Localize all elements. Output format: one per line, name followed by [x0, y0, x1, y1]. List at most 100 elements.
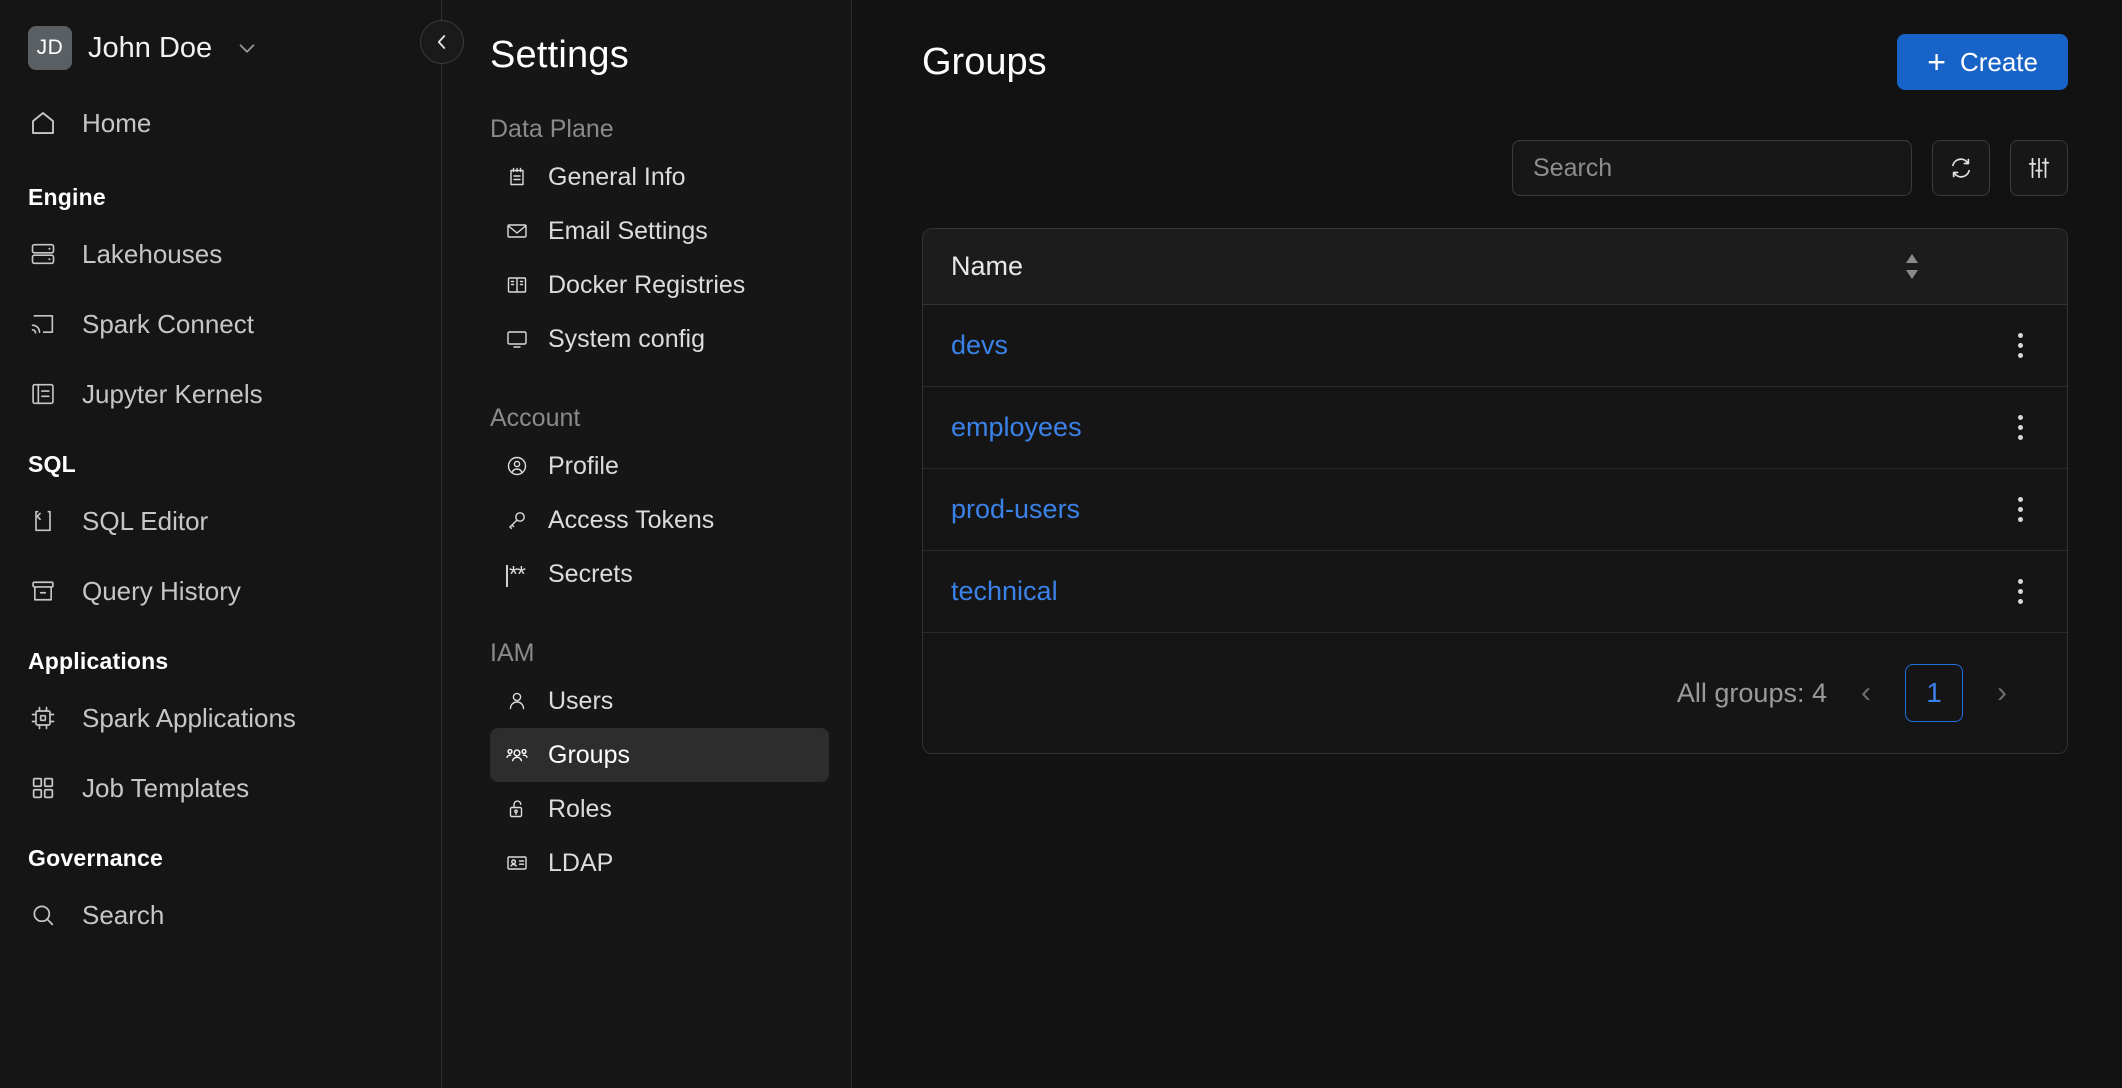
sidebar-item-label: Job Templates — [82, 772, 250, 803]
settings-item-label: Secrets — [548, 559, 633, 588]
settings-item-email-settings[interactable]: Email Settings — [490, 204, 829, 258]
settings-item-label: Docker Registries — [548, 270, 746, 299]
nav-group-engine: Engine — [28, 184, 106, 210]
sidebar-item-label: Query History — [82, 575, 241, 606]
user-circle-icon — [504, 453, 530, 479]
sidebar-item-job-templates[interactable]: Job Templates — [0, 753, 441, 823]
refresh-icon — [1948, 155, 1974, 181]
kebab-menu-icon[interactable] — [2012, 409, 2029, 446]
key-icon — [504, 507, 530, 533]
settings-item-label: Groups — [548, 740, 630, 769]
search-input[interactable] — [1513, 141, 1911, 195]
chevron-down-icon — [234, 35, 260, 61]
search-box[interactable] — [1512, 140, 1912, 196]
pagination-page-1[interactable]: 1 — [1905, 664, 1963, 722]
kebab-menu-icon[interactable] — [2012, 491, 2029, 528]
sidebar-item-label: SQL Editor — [82, 505, 209, 536]
sidebar-item-label: Spark Applications — [82, 702, 296, 733]
settings-item-roles[interactable]: Roles — [490, 782, 829, 836]
sidebar-item-lakehouses[interactable]: Lakehouses — [0, 219, 441, 289]
table-row: employees — [923, 387, 2067, 469]
kebab-menu-icon[interactable] — [2012, 327, 2029, 364]
sidebar-item-spark-connect[interactable]: Spark Connect — [0, 289, 441, 359]
password-icon: |** — [504, 560, 526, 587]
collapse-sidebar-button[interactable] — [420, 20, 464, 64]
settings-item-label: Access Tokens — [548, 505, 715, 534]
settings-item-access-tokens[interactable]: Access Tokens — [490, 493, 829, 547]
id-card-icon — [504, 850, 530, 876]
sidebar-item-label: Jupyter Kernels — [82, 378, 263, 409]
group-link[interactable]: employees — [951, 412, 1082, 443]
settings-item-label: Email Settings — [548, 216, 708, 245]
nav-group-governance: Governance — [28, 845, 163, 871]
group-link[interactable]: prod-users — [951, 494, 1080, 525]
settings-group-account: Account — [490, 404, 581, 432]
settings-group-data-plane: Data Plane — [490, 115, 614, 143]
groups-table: Name devs employees prod-users technical — [922, 228, 2068, 754]
settings-item-groups[interactable]: Groups — [490, 728, 829, 782]
settings-item-label: System config — [548, 324, 706, 353]
user-icon — [504, 688, 530, 714]
search-icon — [28, 900, 58, 930]
settings-item-users[interactable]: Users — [490, 674, 829, 728]
total-count-label: All groups: 4 — [1676, 677, 1827, 708]
group-link[interactable]: technical — [951, 576, 1058, 607]
filter-settings-button[interactable] — [2010, 140, 2068, 196]
settings-group-iam: IAM — [490, 639, 535, 667]
envelope-icon — [504, 218, 530, 244]
sidebar-item-query-history[interactable]: Query History — [0, 556, 441, 626]
archive-icon — [28, 576, 58, 606]
sidebar-item-search[interactable]: Search — [0, 880, 441, 950]
nav-scroll: Home Engine Lakehouses Spark Connect Jup… — [0, 78, 441, 950]
table-footer: All groups: 4 ‹ 1 › — [923, 633, 2067, 753]
sidebar-item-spark-applications[interactable]: Spark Applications — [0, 683, 441, 753]
sidebar-item-jupyter-kernels[interactable]: Jupyter Kernels — [0, 359, 441, 429]
grid-icon — [28, 773, 58, 803]
sort-icon[interactable] — [1903, 254, 1921, 279]
notepad-icon — [504, 164, 530, 190]
sidebar-item-home[interactable]: Home — [0, 88, 441, 158]
settings-item-label: Users — [548, 686, 614, 715]
pagination-prev-button[interactable]: ‹ — [1849, 668, 1883, 718]
settings-item-ldap[interactable]: LDAP — [490, 836, 829, 890]
column-header-name[interactable]: Name — [951, 251, 1023, 282]
table-row: technical — [923, 551, 2067, 633]
settings-item-general-info[interactable]: General Info — [490, 150, 829, 204]
monitor-icon — [504, 326, 530, 352]
sidebar-item-label: Spark Connect — [82, 308, 254, 339]
settings-item-secrets[interactable]: |** Secrets — [490, 547, 829, 601]
app-root: JD John Doe Home Engine Lakehouses Spark… — [0, 0, 2122, 1088]
user-menu[interactable]: JD John Doe — [0, 0, 441, 78]
create-button[interactable]: + Create — [1897, 34, 2068, 90]
kebab-menu-icon[interactable] — [2012, 573, 2029, 610]
avatar: JD — [28, 26, 72, 70]
plus-icon: + — [1927, 44, 1946, 80]
database-icon — [28, 239, 58, 269]
settings-item-docker-registries[interactable]: Docker Registries — [490, 258, 829, 312]
create-button-label: Create — [1959, 46, 2038, 77]
user-name: John Doe — [88, 31, 213, 64]
home-icon — [28, 108, 58, 138]
sliders-icon — [2026, 155, 2052, 181]
chevron-left-icon — [431, 31, 453, 53]
nav-group-applications: Applications — [28, 648, 169, 674]
left-navigation: JD John Doe Home Engine Lakehouses Spark… — [0, 0, 442, 1088]
pagination-next-button[interactable]: › — [1985, 668, 2019, 718]
settings-panel: Settings Data Plane General Info Email S… — [442, 0, 852, 1088]
chip-icon — [28, 703, 58, 733]
group-link[interactable]: devs — [951, 330, 1008, 361]
table-row: devs — [923, 305, 2067, 387]
sidebar-item-label: Search — [82, 899, 165, 930]
users-icon — [504, 742, 530, 768]
table-row: prod-users — [923, 469, 2067, 551]
settings-item-system-config[interactable]: System config — [490, 312, 829, 366]
registry-icon — [504, 272, 530, 298]
main-content: Groups + Create Search Name devs employe… — [852, 0, 2122, 1088]
sidebar-item-label: Home — [82, 107, 152, 138]
settings-item-profile[interactable]: Profile — [490, 439, 829, 493]
main-header: Groups + Create — [852, 0, 2122, 90]
sidebar-item-sql-editor[interactable]: SQL Editor — [0, 486, 441, 556]
settings-item-label: Roles — [548, 794, 612, 823]
cast-icon — [28, 309, 58, 339]
refresh-button[interactable] — [1932, 140, 1990, 196]
